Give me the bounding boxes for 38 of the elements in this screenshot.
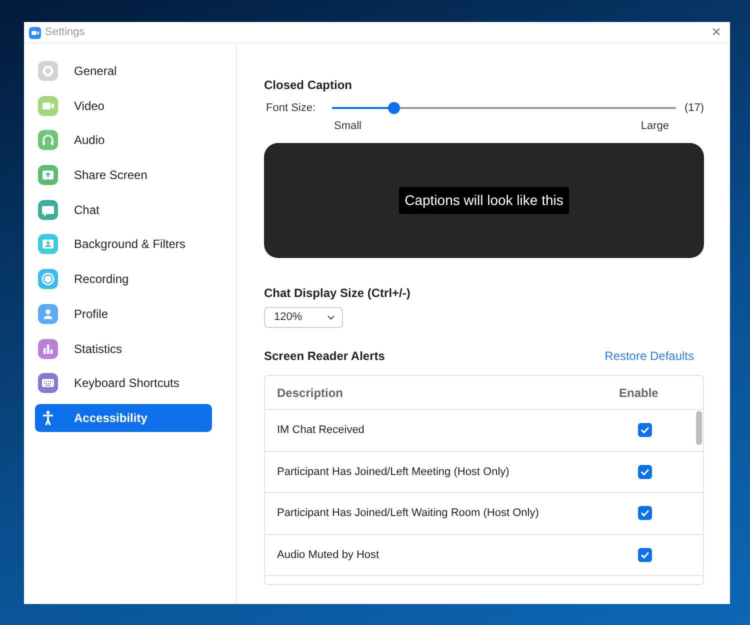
- section-title: Chat Display Size (Ctrl+/-): [264, 285, 412, 302]
- checkbox[interactable]: [638, 423, 652, 438]
- app-logo-icon: [29, 26, 41, 38]
- font-size-label: Font Size:: [265, 101, 317, 116]
- window-title: Settings: [45, 25, 85, 40]
- sidebar-item[interactable]: Recording: [35, 265, 212, 294]
- alert-description: IM Chat Received: [277, 423, 366, 438]
- sidebar-item[interactable]: Share Screen: [35, 161, 212, 190]
- sidebar-item[interactable]: Statistics: [35, 334, 212, 362]
- slider-min-label: Small: [334, 118, 362, 134]
- caption-sample-text: Captions will look like this: [398, 187, 570, 214]
- close-button[interactable]: ×: [708, 24, 725, 40]
- alert-description: Participant Has Joined/Left Meeting (Host Only): [277, 464, 510, 480]
- sidebar-item[interactable]: Accessibility: [35, 404, 212, 432]
- sidebar-item[interactable]: Keyboard Shortcuts: [35, 369, 212, 398]
- checkbox[interactable]: [638, 506, 652, 520]
- column-header: Enable: [619, 384, 660, 402]
- font-size-slider[interactable]: [332, 102, 676, 114]
- checkbox[interactable]: [638, 464, 652, 479]
- alert-description: Audio Muted by Host: [277, 548, 380, 562]
- checkbox[interactable]: [638, 548, 652, 562]
- section-title: Screen Reader Alerts: [264, 348, 385, 365]
- sidebar-item[interactable]: General: [35, 57, 212, 85]
- scrollbar-thumb[interactable]: [696, 411, 702, 445]
- chevron-down-icon: [327, 315, 335, 320]
- sidebar-item[interactable]: Profile: [35, 300, 212, 328]
- sidebar-item[interactable]: Video: [35, 92, 212, 120]
- section-title: Closed Caption: [264, 77, 354, 94]
- chat-size-dropdown[interactable]: 120%: [264, 307, 343, 328]
- column-header: Description: [277, 384, 344, 402]
- slider-thumb[interactable]: [388, 102, 400, 114]
- sidebar-item[interactable]: Chat: [35, 196, 212, 224]
- font-size-value: (17): [683, 101, 704, 116]
- restore-defaults-link[interactable]: Restore Defaults: [604, 347, 694, 365]
- sidebar-item[interactable]: Audio: [35, 126, 212, 154]
- alert-description: Participant Has Joined/Left Waiting Room (Host Only): [277, 506, 540, 521]
- slider-max-label: Large: [640, 118, 669, 134]
- sidebar-item[interactable]: Background & Filters: [35, 230, 212, 258]
